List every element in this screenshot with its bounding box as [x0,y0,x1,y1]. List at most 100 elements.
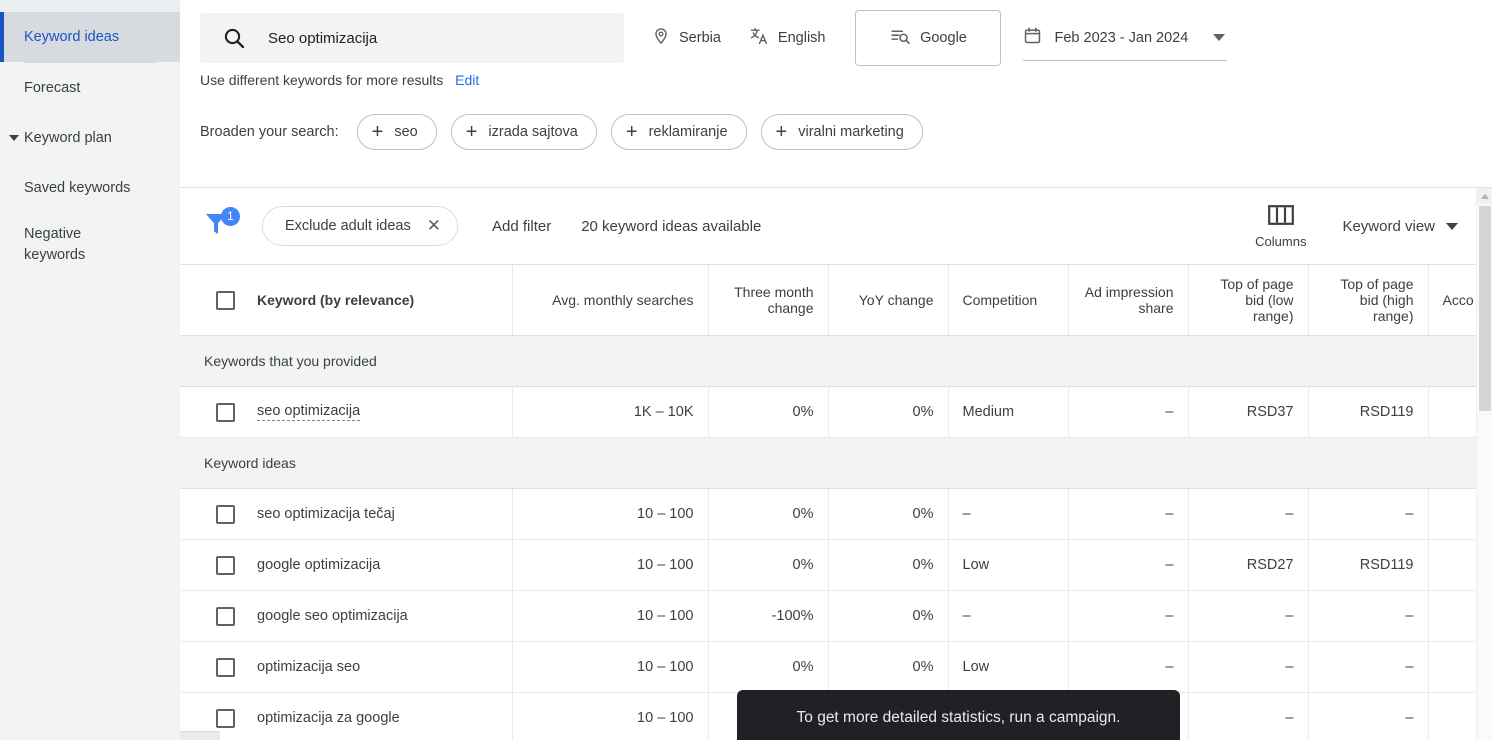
sidebar-item-label: Saved keywords [24,180,131,196]
columns-button[interactable]: Columns [1255,204,1306,249]
filter-chip-exclude-adult-ideas[interactable]: Exclude adult ideas ✕ [262,206,458,246]
vertical-scrollbar[interactable] [1476,188,1492,740]
table-row[interactable]: seo optimizacija 1K – 10K 0% 0% Medium –… [180,386,1476,438]
sidebar: Keyword ideas Forecast Keyword plan Save… [0,0,180,740]
broaden-chip-label: izrada sajtova [488,124,578,140]
tooltip: To get more detailed statistics, run a c… [737,690,1180,740]
table-header-row: Keyword (by relevance) Avg. monthly sear… [180,264,1476,336]
column-header-top-of-page-bid-low[interactable]: Top of page bid (low range) [1188,264,1309,336]
broaden-chip-reklamiranje[interactable]: + reklamiranje [610,114,747,150]
table-row[interactable]: optimizacija seo 10 – 100 0% 0% Low – – … [180,641,1476,693]
column-header-top-of-page-bid-high[interactable]: Top of page bid (high range) [1308,264,1429,336]
cell-yoy-change: 0% [828,386,949,438]
sidebar-item-forecast[interactable]: Forecast [0,63,180,113]
cell-avg-monthly-searches: 10 – 100 [512,590,709,642]
column-header-yoy-change[interactable]: YoY change [828,264,949,336]
cell-bid-low: RSD37 [1188,386,1309,438]
scrollbar-thumb[interactable] [1479,206,1491,411]
keyword-table-container: Keyword (by relevance) Avg. monthly sear… [180,264,1476,740]
keyword-text[interactable]: google seo optimizacija [257,608,408,624]
row-checkbox[interactable] [216,708,235,728]
cell-keyword: seo optimizacija tečaj [180,488,513,540]
chevron-down-icon[interactable] [1213,34,1226,41]
column-header-avg-monthly-searches[interactable]: Avg. monthly searches [512,264,709,336]
filter-button[interactable]: 1 [200,206,240,246]
table-row[interactable]: google seo optimizacija 10 – 100 -100% 0… [180,590,1476,642]
date-range-selector[interactable]: Feb 2023 - Jan 2024 [1023,15,1228,61]
cell-competition: – [948,590,1069,642]
row-checkbox[interactable] [216,402,235,422]
plus-icon: + [625,121,638,143]
cell-bid-high: – [1308,692,1429,740]
keyword-text[interactable]: optimizacija seo [257,659,360,675]
sidebar-item-keyword-ideas[interactable]: Keyword ideas [0,12,180,62]
sidebar-item-label: Forecast [24,80,81,96]
cell-avg-monthly-searches: 10 – 100 [512,488,709,540]
table-group-header: Keywords that you provided [180,335,1476,387]
row-checkbox[interactable] [216,504,235,524]
view-selector[interactable]: Keyword view [1342,218,1458,235]
cell-ad-impression-share: – [1068,386,1189,438]
main-panel: Seo optimizacija Serbia English Google F… [180,0,1492,740]
close-icon[interactable]: ✕ [427,216,441,236]
row-checkbox[interactable] [216,657,235,677]
cell-account-status [1428,692,1476,740]
column-header-account-status[interactable]: Acco [1428,264,1476,336]
search-network-selector[interactable]: Google [855,10,1002,66]
cell-avg-monthly-searches: 1K – 10K [512,386,709,438]
group-title: Keywords that you provided [180,335,1476,387]
broaden-chip-seo[interactable]: + seo [356,114,437,150]
column-header-competition[interactable]: Competition [948,264,1069,336]
table-group-header: Keyword ideas [180,437,1476,489]
sidebar-item-negative-keywords[interactable]: Negative keywords [0,213,180,275]
cell-bid-low: – [1188,641,1309,693]
cell-three-month-change: 0% [708,488,829,540]
sidebar-item-saved-keywords[interactable]: Saved keywords [0,163,180,213]
cell-competition: Low [948,539,1069,591]
cell-keyword: google optimizacija [180,539,513,591]
cell-account-status [1428,386,1476,438]
row-checkbox[interactable] [216,555,235,575]
view-label: Keyword view [1342,217,1435,235]
language-selector[interactable]: English [749,26,825,50]
scroll-up-arrow-icon[interactable] [1477,188,1492,204]
broaden-chip-viralni-marketing[interactable]: + viralni marketing [760,114,923,150]
broaden-chip-label: seo [394,124,418,140]
table-row[interactable]: google optimizacija 10 – 100 0% 0% Low –… [180,539,1476,591]
columns-icon [1267,204,1294,229]
table-row[interactable]: seo optimizacija tečaj 10 – 100 0% 0% – … [180,488,1476,540]
column-header-ad-impression-share[interactable]: Ad impression share [1068,264,1189,336]
keyword-text[interactable]: seo optimizacija tečaj [257,506,395,522]
cell-keyword: seo optimizacija [180,386,513,438]
keyword-text[interactable]: google optimizacija [257,557,380,573]
cell-avg-monthly-searches: 10 – 100 [512,641,709,693]
cell-bid-low: – [1188,488,1309,540]
search-input[interactable]: Seo optimizacija [200,13,624,63]
column-header-three-month-change[interactable]: Three month change [708,264,829,336]
sidebar-item-keyword-plan[interactable]: Keyword plan [0,113,180,163]
add-filter-button[interactable]: Add filter [492,218,551,235]
column-header-keyword[interactable]: Keyword (by relevance) [180,264,513,336]
cell-ad-impression-share: – [1068,539,1189,591]
hint-row: Use different keywords for more results … [180,72,1492,88]
cell-bid-high: RSD119 [1308,386,1429,438]
network-icon [890,26,920,51]
column-header-label: Keyword (by relevance) [257,292,415,308]
cell-competition: Low [948,641,1069,693]
broaden-search-row: Broaden your search: + seo + izrada sajt… [180,114,1492,150]
broaden-chip-izrada-sajtova[interactable]: + izrada sajtova [450,114,597,150]
cell-avg-monthly-searches: 10 – 100 [512,539,709,591]
select-all-checkbox[interactable] [216,290,235,310]
row-checkbox[interactable] [216,606,235,626]
keyword-text[interactable]: seo optimizacija [257,403,361,421]
network-value: Google [920,30,967,46]
keyword-text[interactable]: optimizacija za google [257,710,400,726]
cell-avg-monthly-searches: 10 – 100 [512,692,709,740]
cell-account-status [1428,488,1476,540]
cell-yoy-change: 0% [828,539,949,591]
location-selector[interactable]: Serbia [652,27,721,49]
cell-bid-low: – [1188,692,1309,740]
edit-keywords-link[interactable]: Edit [455,72,479,88]
cell-ad-impression-share: – [1068,488,1189,540]
cell-three-month-change: -100% [708,590,829,642]
